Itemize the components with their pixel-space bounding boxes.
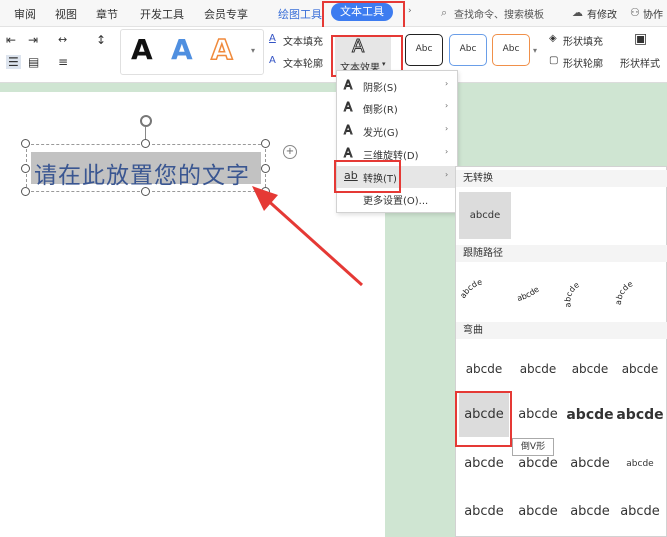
search-icon: ⌕ (441, 6, 448, 19)
char-spacing-icon[interactable]: ↔ (58, 33, 67, 46)
gallery-expand-icon[interactable]: ▾ (251, 46, 255, 55)
preset-a-blue[interactable]: A (171, 33, 193, 66)
path-arch-up-option[interactable]: abcde (458, 277, 483, 300)
text-fill-icon: A (269, 33, 276, 44)
submenu-arrow-icon: › (445, 79, 449, 88)
text-direction-icon[interactable]: ↕ (96, 33, 106, 47)
warp-button-option[interactable]: abcde (615, 442, 665, 486)
rotate-handle-icon[interactable] (140, 115, 152, 127)
warp-wave-1-option[interactable]: abcde (459, 490, 509, 534)
resize-handle-e[interactable] (261, 164, 270, 173)
warp-ring-inside-option[interactable]: abcde (565, 393, 615, 437)
warp-stop-option[interactable]: abcde (513, 347, 563, 391)
shape-style-icon: ▣ (634, 31, 648, 47)
highlight-text-tools-tab (322, 1, 405, 29)
text-box-selection: 请在此放置您的文字 (31, 152, 261, 189)
text-outline-icon: A (269, 55, 276, 66)
art-presets-gallery: A A A (120, 29, 264, 75)
path-circle-option[interactable]: abcde (563, 280, 581, 308)
menu-item-label: 阴影(S) (363, 83, 398, 94)
line-spacing-icon[interactable]: ≡ (58, 55, 68, 69)
submenu-arrow-icon: › (445, 124, 449, 133)
path-button-option[interactable]: abcde (614, 279, 634, 305)
tab-review[interactable]: 审阅 (14, 6, 36, 22)
glow-icon: A (343, 123, 353, 138)
resize-handle-w[interactable] (21, 164, 30, 173)
warp-triangle-down-option[interactable]: abcde (615, 347, 665, 391)
tab-section[interactable]: 章节 (96, 6, 118, 22)
highlight-transform (334, 160, 401, 193)
reflection-icon: A (343, 100, 353, 115)
shape-preset-black[interactable]: Abc (405, 34, 443, 66)
menu-item-label: 倒影(R) (363, 105, 398, 116)
tab-drawing-tools[interactable]: 绘图工具 (278, 6, 322, 22)
follow-path-options: abcde abcde abcde abcde (458, 277, 634, 308)
warp-arch-up-option[interactable]: abcde (459, 442, 509, 486)
text-box[interactable]: 请在此放置您的文字 (26, 144, 266, 192)
shape-fill-icon: ◈ (549, 33, 557, 44)
menu-item-glow[interactable]: A 发光(G) › (337, 120, 457, 142)
path-arch-down-option[interactable]: abcde (516, 285, 541, 303)
menu-item-label: 发光(G) (363, 128, 399, 139)
resize-handle-ne[interactable] (261, 139, 270, 148)
shape-gallery-expand-icon[interactable]: ▾ (533, 46, 537, 55)
menu-item-reflection[interactable]: A 倒影(R) › (337, 97, 457, 119)
resize-handle-s[interactable] (141, 187, 150, 196)
collab-icon: ⚇ (630, 6, 640, 19)
layout-options-icon[interactable]: + (283, 145, 297, 159)
section-follow-path: 跟随路径 (456, 245, 667, 262)
text-outline-button[interactable]: 文本轮廓 (283, 55, 323, 70)
resize-handle-n[interactable] (141, 139, 150, 148)
text-box-content[interactable]: 请在此放置您的文字 (34, 156, 250, 190)
transform-submenu: 无转换 abcde 跟随路径 abcde abcde abcde abcde 弯… (455, 166, 667, 537)
more-tabs-icon[interactable]: › (408, 6, 412, 16)
menu-item-label: 更多设置(O)... (363, 196, 429, 207)
collab-button[interactable]: 协作 (643, 6, 663, 21)
menu-item-shadow[interactable]: A 阴影(S) › (337, 75, 457, 97)
shape-outline-button[interactable]: 形状轮廓 (563, 55, 603, 70)
submenu-arrow-icon: › (445, 101, 449, 110)
3d-rotation-icon: A (343, 146, 353, 161)
no-transform-option[interactable]: abcde (459, 192, 511, 239)
preset-a-orange[interactable]: A (210, 32, 233, 67)
shape-fill-button[interactable]: 形状填充 (563, 33, 603, 48)
sync-icon: ☁ (572, 6, 583, 19)
align-justify-icon[interactable]: ▤ (28, 55, 39, 69)
shape-outline-icon: ▢ (549, 55, 559, 66)
submenu-arrow-icon: › (445, 170, 449, 179)
modified-status[interactable]: 有修改 (587, 6, 617, 21)
tab-view[interactable]: 视图 (55, 6, 77, 22)
section-warp: 弯曲 (456, 322, 667, 339)
resize-handle-nw[interactable] (21, 139, 30, 148)
shadow-icon: A (343, 78, 353, 93)
warp-triangle-up-option[interactable]: abcde (565, 347, 615, 391)
tooltip: 倒V形 (512, 438, 554, 456)
shape-preset-blue[interactable]: Abc (449, 34, 487, 66)
highlight-chevron-down (455, 391, 512, 447)
align-left-icon[interactable]: ☰ (6, 55, 21, 69)
warp-ring-outside-option[interactable]: abcde (615, 393, 665, 437)
shape-style-button[interactable]: 形状样式 (620, 55, 660, 70)
warp-circle-option[interactable]: abcde (565, 442, 615, 486)
tab-developer[interactable]: 开发工具 (140, 6, 184, 22)
text-fill-button[interactable]: 文本填充 (283, 33, 323, 48)
section-no-transform: 无转换 (456, 170, 667, 187)
watermark: Baidu经验 (555, 486, 628, 502)
preset-a-black[interactable]: A (131, 33, 153, 66)
warp-chevron-up-option[interactable]: abcde (513, 393, 563, 437)
shape-preset-orange[interactable]: Abc (492, 34, 530, 66)
warp-plain-option[interactable]: abcde (459, 347, 509, 391)
tab-member[interactable]: 会员专享 (204, 6, 248, 22)
search-command[interactable]: 查找命令、搜索模板 (454, 6, 544, 21)
indent-decrease-icon[interactable]: ⇤ (6, 33, 16, 47)
resize-handle-sw[interactable] (21, 187, 30, 196)
indent-increase-icon[interactable]: ⇥ (28, 33, 38, 47)
submenu-arrow-icon: › (445, 147, 449, 156)
